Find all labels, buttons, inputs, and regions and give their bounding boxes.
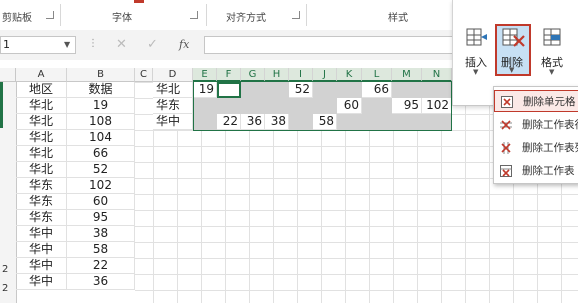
grip-icon: ⋮ <box>88 38 98 49</box>
name-box-dropdown-icon[interactable]: ▼ <box>64 40 70 49</box>
table-cell-region[interactable]: 华中 <box>16 242 67 258</box>
menu-item-label: 删除单元格 <box>523 96 576 108</box>
table-cell-region[interactable]: 华北 <box>16 114 67 130</box>
pivot-label-central[interactable]: 华中 <box>153 114 193 130</box>
column-header-g[interactable]: G <box>241 68 265 82</box>
font-launcher-icon[interactable] <box>190 11 198 19</box>
pivot-cell-central-h[interactable]: 38 <box>265 114 289 130</box>
menu-item-label: 删除工作表行 <box>522 119 578 131</box>
table-cell-value[interactable]: 38 <box>67 226 135 242</box>
pivot-label-north[interactable]: 华北 <box>153 82 193 98</box>
pivot-cell-north-e[interactable]: 19 <box>193 82 217 98</box>
table-cell-region[interactable]: 华东 <box>16 210 67 226</box>
column-header-e[interactable]: E <box>193 68 217 82</box>
active-cell[interactable] <box>217 82 241 98</box>
insert-button[interactable]: 插入 ▼ <box>459 28 495 76</box>
select-all-corner[interactable] <box>0 68 16 82</box>
column-header-k[interactable]: K <box>337 68 362 82</box>
column-header-n[interactable]: N <box>422 68 452 82</box>
table-cell-region[interactable]: 华北 <box>16 98 67 114</box>
table-cell-value[interactable]: 22 <box>67 258 135 274</box>
menu-item-delete-sheet[interactable]: 删除工作表 <box>494 160 578 182</box>
row-selection-marker <box>0 82 3 128</box>
column-header-f[interactable]: F <box>217 68 241 82</box>
insert-cells-icon <box>466 28 487 46</box>
pivot-cell-central-g[interactable]: 36 <box>241 114 265 130</box>
cancel-icon[interactable]: ✕ <box>116 37 127 52</box>
pivot-cell-central-f[interactable]: 22 <box>217 114 241 130</box>
insert-function-icon[interactable]: fx <box>179 38 189 51</box>
row-number: 2 <box>2 264 9 275</box>
delete-cells-icon <box>502 28 525 47</box>
table-cell-value[interactable]: 58 <box>67 242 135 258</box>
table-header-region[interactable]: 地区 <box>16 82 67 98</box>
pivot-cell-north-l[interactable]: 66 <box>362 82 392 98</box>
menu-item-delete-columns[interactable]: 删除工作表列 <box>494 137 578 159</box>
column-header-h[interactable]: H <box>265 68 289 82</box>
ribbon-separator <box>206 4 207 26</box>
enter-icon[interactable]: ✓ <box>147 37 158 52</box>
format-cells-icon <box>543 28 561 46</box>
column-header-c[interactable]: C <box>135 68 153 82</box>
format-dropdown-icon: ▼ <box>549 68 555 76</box>
alignment-launcher-icon[interactable] <box>292 11 300 19</box>
pivot-cell-east-m[interactable]: 95 <box>392 98 422 114</box>
table-cell-value[interactable]: 36 <box>67 274 135 290</box>
table-cell-value[interactable]: 102 <box>67 178 135 194</box>
table-cell-region[interactable]: 华中 <box>16 258 67 274</box>
column-header-j[interactable]: J <box>313 68 337 82</box>
table-cell-region[interactable]: 华北 <box>16 162 67 178</box>
table-cell-value[interactable]: 52 <box>67 162 135 178</box>
group-alignment: 对齐方式 <box>226 13 266 24</box>
clipboard-launcher-icon[interactable] <box>46 11 54 19</box>
ribbon-separator <box>306 4 307 26</box>
column-header-d[interactable]: D <box>153 68 193 82</box>
delete-menu: 删除单元格 删除工作表行 删除工作表列 删除工作表 <box>493 86 578 184</box>
menu-item-delete-rows[interactable]: 删除工作表行 <box>494 114 578 136</box>
pivot-cell-north-i[interactable]: 52 <box>289 82 313 98</box>
table-cell-region[interactable]: 华东 <box>16 178 67 194</box>
table-cell-value[interactable]: 66 <box>67 146 135 162</box>
column-header-a[interactable]: A <box>16 68 67 82</box>
delete-rows-icon <box>500 120 512 130</box>
font-color-swatch <box>134 0 144 3</box>
table-cell-value[interactable]: 108 <box>67 114 135 130</box>
ribbon-separator <box>60 4 61 26</box>
pivot-label-east[interactable]: 华东 <box>153 98 193 114</box>
table-header-value[interactable]: 数据 <box>67 82 135 98</box>
table-cell-value[interactable]: 19 <box>67 98 135 114</box>
table-cell-region[interactable]: 华东 <box>16 194 67 210</box>
delete-columns-icon <box>501 142 511 154</box>
column-header-i[interactable]: I <box>289 68 313 82</box>
menu-item-label: 删除工作表 <box>522 165 575 177</box>
delete-sheet-icon <box>500 165 512 177</box>
table-cell-region[interactable]: 华中 <box>16 226 67 242</box>
group-styles: 样式 <box>388 13 408 24</box>
column-header-l[interactable]: L <box>362 68 392 82</box>
row-number: 2 <box>2 283 9 294</box>
delete-button[interactable]: 删除 ▼ <box>495 24 531 76</box>
group-clipboard: 剪贴板 <box>2 13 32 24</box>
delete-dropdown-icon: ▼ <box>509 66 515 74</box>
table-cell-region[interactable]: 华北 <box>16 130 67 146</box>
formula-input[interactable] <box>204 36 454 54</box>
table-cell-value[interactable]: 104 <box>67 130 135 146</box>
pivot-cell-east-k[interactable]: 60 <box>337 98 362 114</box>
table-cell-region[interactable]: 华北 <box>16 146 67 162</box>
column-header-m[interactable]: M <box>392 68 422 82</box>
insert-dropdown-icon: ▼ <box>473 68 479 76</box>
delete-cells-icon <box>501 96 513 108</box>
menu-item-label: 删除工作表列 <box>522 142 578 154</box>
pivot-cell-central-j[interactable]: 58 <box>313 114 337 130</box>
format-button[interactable]: 格式 ▼ <box>535 28 573 76</box>
table-cell-value[interactable]: 95 <box>67 210 135 226</box>
pivot-cell-east-n[interactable]: 102 <box>422 98 452 114</box>
group-font: 字体 <box>112 13 132 24</box>
column-header-b[interactable]: B <box>67 68 135 82</box>
menu-item-delete-cells[interactable]: 删除单元格 <box>494 90 578 112</box>
table-cell-region[interactable]: 华中 <box>16 274 67 290</box>
table-cell-value[interactable]: 60 <box>67 194 135 210</box>
